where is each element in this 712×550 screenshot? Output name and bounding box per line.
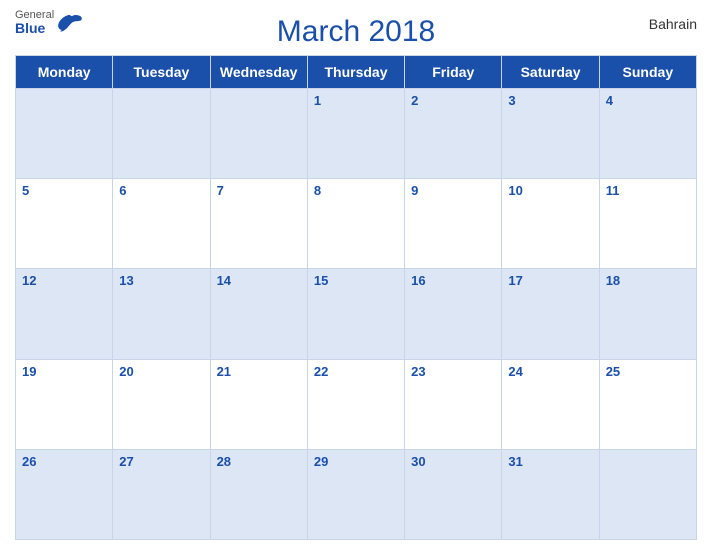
calendar-day-31: 31 xyxy=(502,449,599,539)
calendar-day-15: 15 xyxy=(307,269,404,359)
calendar-day-16: 16 xyxy=(405,269,502,359)
calendar-day-26: 26 xyxy=(16,449,113,539)
day-number: 14 xyxy=(217,273,231,288)
calendar-day-28: 28 xyxy=(210,449,307,539)
day-number: 8 xyxy=(314,183,321,198)
day-number: 17 xyxy=(508,273,522,288)
calendar-day-4: 4 xyxy=(599,89,696,179)
day-number: 30 xyxy=(411,454,425,469)
day-number: 27 xyxy=(119,454,133,469)
calendar-day-empty xyxy=(210,89,307,179)
calendar-day-12: 12 xyxy=(16,269,113,359)
calendar-day-9: 9 xyxy=(405,179,502,269)
calendar-week-row: 12 13 14 15 16 17 18 xyxy=(16,269,697,359)
day-number: 20 xyxy=(119,364,133,379)
calendar-title: March 2018 xyxy=(277,15,435,49)
calendar-week-row: 19 20 21 22 23 24 25 xyxy=(16,359,697,449)
calendar-week-row: 5 6 7 8 9 10 11 xyxy=(16,179,697,269)
day-number: 6 xyxy=(119,183,126,198)
calendar-day-27: 27 xyxy=(113,449,210,539)
logo: General Blue xyxy=(15,10,84,35)
calendar-day-14: 14 xyxy=(210,269,307,359)
calendar-week-row: 26 27 28 29 30 31 xyxy=(16,449,697,539)
calendar-day-8: 8 xyxy=(307,179,404,269)
day-number: 29 xyxy=(314,454,328,469)
weekday-header-monday: Monday xyxy=(16,56,113,89)
calendar-day-7: 7 xyxy=(210,179,307,269)
day-number: 28 xyxy=(217,454,231,469)
calendar-day-11: 11 xyxy=(599,179,696,269)
calendar-day-24: 24 xyxy=(502,359,599,449)
calendar-day-5: 5 xyxy=(16,179,113,269)
day-number: 13 xyxy=(119,273,133,288)
day-number: 10 xyxy=(508,183,522,198)
weekday-header-tuesday: Tuesday xyxy=(113,56,210,89)
logo-bird-icon xyxy=(56,13,84,33)
calendar-day-10: 10 xyxy=(502,179,599,269)
country-label: Bahrain xyxy=(649,16,697,32)
calendar-day-22: 22 xyxy=(307,359,404,449)
day-number: 3 xyxy=(508,93,515,108)
calendar-day-13: 13 xyxy=(113,269,210,359)
day-number: 12 xyxy=(22,273,36,288)
day-number: 23 xyxy=(411,364,425,379)
calendar-day-30: 30 xyxy=(405,449,502,539)
weekday-header-sunday: Sunday xyxy=(599,56,696,89)
day-number: 11 xyxy=(606,183,620,198)
calendar-day-23: 23 xyxy=(405,359,502,449)
calendar-header-row: MondayTuesdayWednesdayThursdayFridaySatu… xyxy=(16,56,697,89)
day-number: 1 xyxy=(314,93,321,108)
day-number: 19 xyxy=(22,364,36,379)
day-number: 22 xyxy=(314,364,328,379)
calendar-day-17: 17 xyxy=(502,269,599,359)
day-number: 18 xyxy=(606,273,620,288)
day-number: 4 xyxy=(606,93,613,108)
day-number: 24 xyxy=(508,364,522,379)
calendar-day-18: 18 xyxy=(599,269,696,359)
calendar-day-1: 1 xyxy=(307,89,404,179)
calendar-day-6: 6 xyxy=(113,179,210,269)
calendar-body: 1234567891011121314151617181920212223242… xyxy=(16,89,697,540)
weekday-header-thursday: Thursday xyxy=(307,56,404,89)
calendar-day-empty xyxy=(599,449,696,539)
day-number: 16 xyxy=(411,273,425,288)
day-number: 21 xyxy=(217,364,231,379)
day-number: 31 xyxy=(508,454,522,469)
day-number: 15 xyxy=(314,273,328,288)
calendar-day-empty xyxy=(16,89,113,179)
calendar-day-29: 29 xyxy=(307,449,404,539)
day-number: 26 xyxy=(22,454,36,469)
calendar-day-19: 19 xyxy=(16,359,113,449)
calendar-day-20: 20 xyxy=(113,359,210,449)
calendar-week-row: 1 2 3 4 xyxy=(16,89,697,179)
calendar-day-3: 3 xyxy=(502,89,599,179)
calendar-day-2: 2 xyxy=(405,89,502,179)
day-number: 7 xyxy=(217,183,224,198)
weekday-header-saturday: Saturday xyxy=(502,56,599,89)
calendar-header: General Blue March 2018 Bahrain xyxy=(15,10,697,49)
day-number: 9 xyxy=(411,183,418,198)
weekday-header-friday: Friday xyxy=(405,56,502,89)
day-number: 2 xyxy=(411,93,418,108)
calendar-day-21: 21 xyxy=(210,359,307,449)
day-number: 25 xyxy=(606,364,620,379)
day-number: 5 xyxy=(22,183,29,198)
weekday-header-wednesday: Wednesday xyxy=(210,56,307,89)
calendar-day-empty xyxy=(113,89,210,179)
logo-blue-text: Blue xyxy=(15,21,54,35)
calendar-day-25: 25 xyxy=(599,359,696,449)
calendar-table: MondayTuesdayWednesdayThursdayFridaySatu… xyxy=(15,55,697,540)
